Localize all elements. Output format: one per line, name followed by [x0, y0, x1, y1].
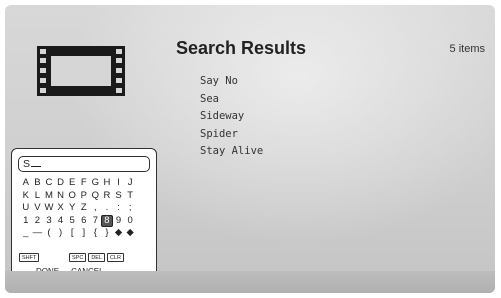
- key[interactable]: 0: [124, 215, 136, 227]
- left-arrow-key[interactable]: ◆: [113, 227, 125, 239]
- key[interactable]: T: [124, 190, 136, 202]
- keyboard-row: _ — ( ) [ ] { } ◆ ◆: [20, 227, 136, 240]
- bottom-strip: [5, 271, 495, 293]
- list-item[interactable]: Stay Alive: [200, 143, 263, 161]
- space-button[interactable]: SPC: [69, 253, 87, 262]
- keyboard-row: 1 2 3 4 5 6 7 8 9 0: [20, 214, 136, 228]
- key[interactable]: G: [90, 177, 102, 189]
- keyboard-row: U V W X Y Z , . : ;: [20, 202, 136, 215]
- key[interactable]: X: [55, 202, 67, 214]
- key-selected[interactable]: 8: [101, 214, 113, 227]
- edit-buttons: SPC DEL CLR: [69, 253, 126, 262]
- key[interactable]: {: [90, 227, 102, 239]
- key[interactable]: M: [43, 190, 55, 202]
- key[interactable]: 2: [32, 215, 44, 227]
- key[interactable]: .: [101, 202, 113, 214]
- key[interactable]: P: [78, 190, 90, 202]
- right-arrow-key[interactable]: ◆: [124, 227, 136, 239]
- key[interactable]: F: [78, 177, 90, 189]
- key[interactable]: 1: [20, 215, 32, 227]
- key[interactable]: 9: [113, 215, 125, 227]
- onscreen-keyboard: S A B C D E F G H I J K L M N O P Q R S …: [11, 148, 157, 283]
- key[interactable]: R: [101, 190, 113, 202]
- film-strip-icon: [37, 46, 125, 96]
- page-title: Search Results: [176, 38, 307, 58]
- item-count: 5 items: [449, 43, 485, 55]
- key[interactable]: N: [55, 190, 67, 202]
- key[interactable]: U: [20, 202, 32, 214]
- key[interactable]: 4: [55, 215, 67, 227]
- list-item[interactable]: Say No: [200, 73, 263, 91]
- key[interactable]: 5: [66, 215, 78, 227]
- list-item[interactable]: Sea: [200, 91, 263, 109]
- key[interactable]: ]: [78, 227, 90, 239]
- key[interactable]: (: [43, 227, 55, 239]
- key[interactable]: _: [20, 227, 32, 239]
- keyboard-keys: A B C D E F G H I J K L M N O P Q R S T …: [20, 177, 136, 240]
- screen: Search Results 5 items Say No Sea Sidewa…: [5, 5, 495, 293]
- key[interactable]: 7: [90, 215, 102, 227]
- key[interactable]: O: [66, 190, 78, 202]
- key[interactable]: K: [20, 190, 32, 202]
- list-item[interactable]: Spider: [200, 126, 263, 144]
- key[interactable]: [: [66, 227, 78, 239]
- key[interactable]: S: [113, 190, 125, 202]
- search-input-text: S: [23, 158, 31, 170]
- key[interactable]: B: [32, 177, 44, 189]
- key[interactable]: I: [113, 177, 125, 189]
- key[interactable]: Y: [66, 202, 78, 214]
- key[interactable]: ;: [124, 202, 136, 214]
- key[interactable]: Z: [78, 202, 90, 214]
- keyboard-row: K L M N O P Q R S T: [20, 190, 136, 203]
- key[interactable]: —: [32, 227, 44, 239]
- key[interactable]: }: [101, 227, 113, 239]
- key[interactable]: D: [55, 177, 67, 189]
- key[interactable]: J: [124, 177, 136, 189]
- key[interactable]: Q: [90, 190, 102, 202]
- key[interactable]: 6: [78, 215, 90, 227]
- results-list: Say No Sea Sideway Spider Stay Alive: [200, 73, 263, 161]
- key[interactable]: H: [101, 177, 113, 189]
- key[interactable]: C: [43, 177, 55, 189]
- key[interactable]: :: [113, 202, 125, 214]
- delete-button[interactable]: DEL: [88, 253, 106, 262]
- key[interactable]: 3: [43, 215, 55, 227]
- key[interactable]: V: [32, 202, 44, 214]
- list-item[interactable]: Sideway: [200, 108, 263, 126]
- shift-button-wrap: SHFT: [19, 253, 41, 262]
- text-cursor: [31, 157, 42, 167]
- key[interactable]: ,: [90, 202, 102, 214]
- clear-button[interactable]: CLR: [107, 253, 125, 262]
- key[interactable]: A: [20, 177, 32, 189]
- key[interactable]: ): [55, 227, 67, 239]
- key[interactable]: E: [66, 177, 78, 189]
- shift-button[interactable]: SHFT: [19, 253, 40, 262]
- key[interactable]: W: [43, 202, 55, 214]
- keyboard-row: A B C D E F G H I J: [20, 177, 136, 190]
- search-input[interactable]: S: [18, 156, 150, 172]
- key[interactable]: L: [32, 190, 44, 202]
